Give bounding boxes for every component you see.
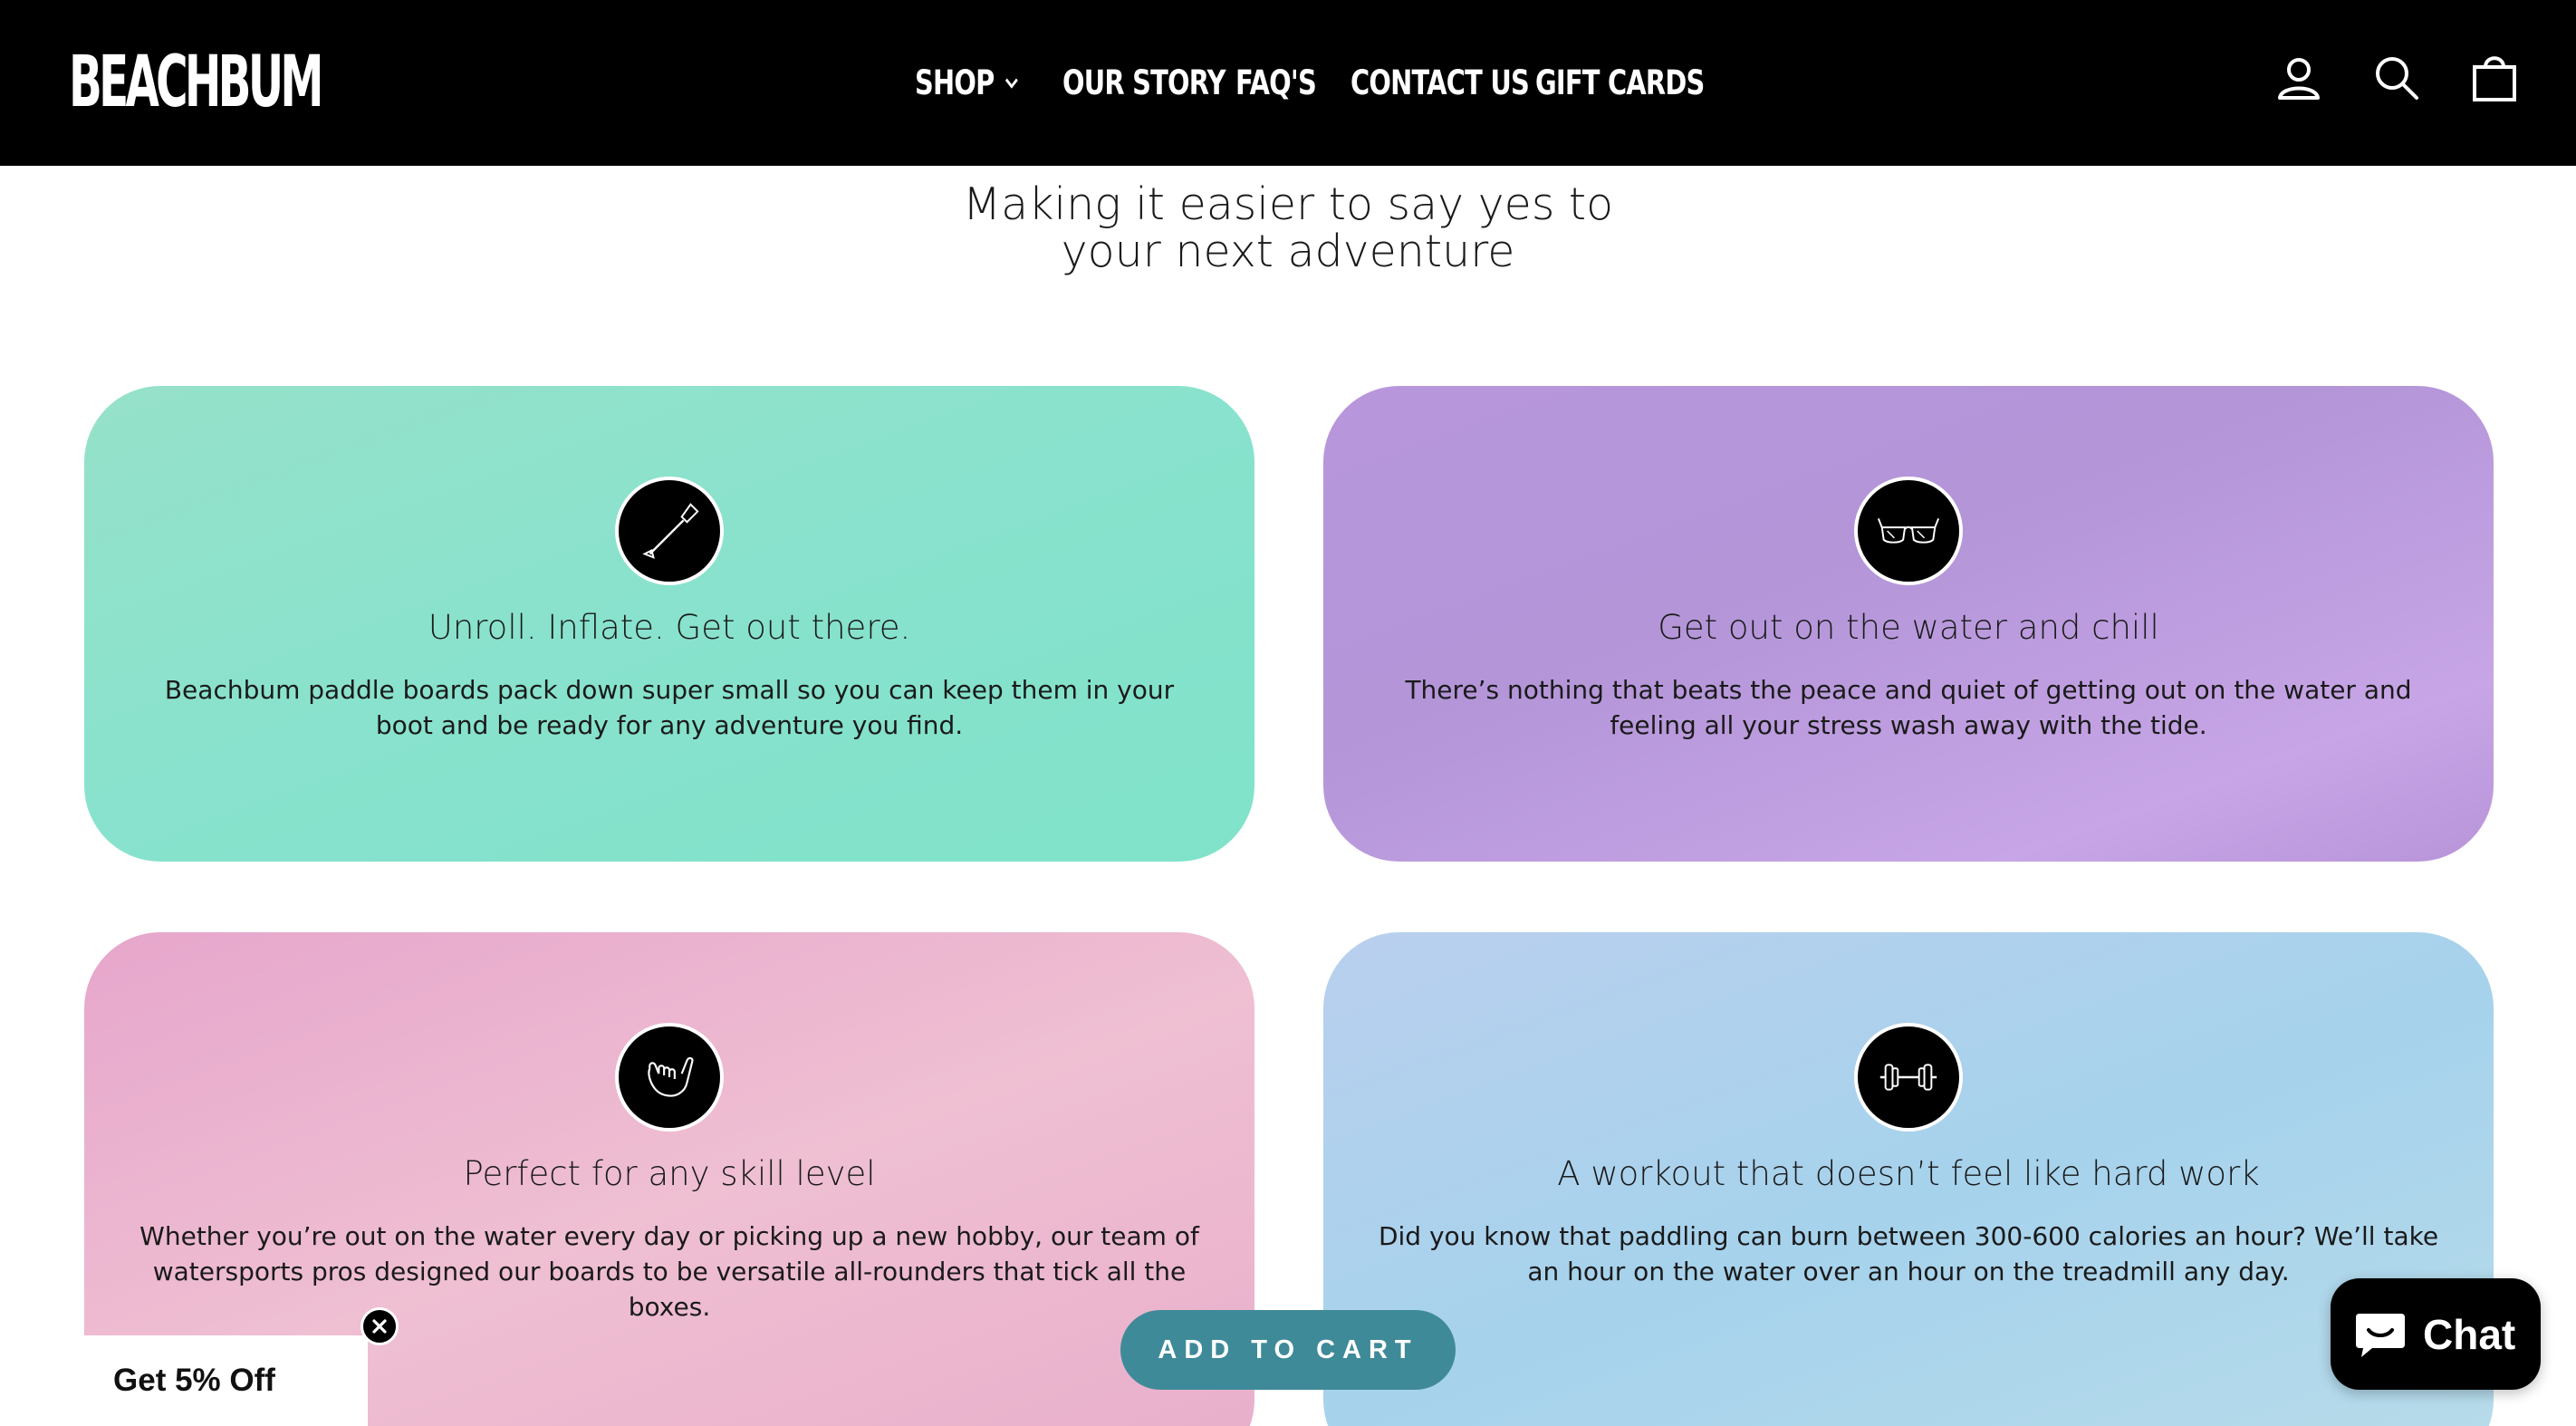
sunglasses-icon: [1854, 477, 1963, 585]
feature-text: Whether you’re out on the water every da…: [139, 1221, 1199, 1322]
nav-faqs[interactable]: FAQ'S: [1235, 63, 1317, 102]
cart-icon[interactable]: [2469, 53, 2520, 103]
nav-our-story[interactable]: OUR STORY: [1062, 63, 1226, 102]
chevron-down-icon: [1005, 78, 1018, 89]
feature-title: Perfect for any skill level: [463, 1154, 876, 1193]
search-icon[interactable]: [2371, 53, 2422, 103]
account-icon[interactable]: [2273, 53, 2324, 103]
discount-tab-label: Get 5% Off: [113, 1363, 275, 1398]
discount-tab[interactable]: Get 5% Off: [84, 1335, 368, 1426]
feature-card-portable: Unroll. Inflate. Get out there. Beachbum…: [84, 386, 1254, 862]
nav-gift-cards[interactable]: GIFT CARDS: [1535, 63, 1705, 102]
add-to-cart-button[interactable]: ADD TO CART: [1120, 1310, 1456, 1390]
headline-line-1: Making it easier to say yes to: [962, 178, 1614, 230]
dumbbell-icon: [1854, 1023, 1963, 1132]
site-header: BEACHBUM SHOP OUR STORY FAQ'S CONTACT US…: [0, 0, 2576, 166]
feature-text: Did you know that paddling can burn betw…: [1378, 1221, 2439, 1286]
nav-contact-us[interactable]: CONTACT US: [1350, 63, 1530, 102]
nav-our-story-label: OUR STORY: [1062, 63, 1226, 102]
feature-title: Unroll. Inflate. Get out there.: [428, 608, 911, 647]
headline-line-2: your next adventure: [1061, 226, 1515, 277]
chat-bubble-icon: [2356, 1313, 2405, 1357]
nav-contact-us-label: CONTACT US: [1350, 63, 1530, 102]
nav-faqs-label: FAQ'S: [1235, 63, 1317, 102]
chat-label: Chat: [2423, 1310, 2516, 1358]
paddle-icon: [615, 477, 724, 585]
shaka-hand-icon: [615, 1023, 724, 1132]
feature-card-chill: Get out on the water and chill There’s n…: [1323, 386, 2494, 862]
feature-text: Beachbum paddle boards pack down super s…: [164, 675, 1175, 740]
logo[interactable]: BEACHBUM: [69, 42, 323, 123]
nav-shop-label: SHOP: [915, 63, 995, 102]
close-icon[interactable]: [360, 1307, 399, 1345]
chat-button[interactable]: Chat: [2331, 1278, 2541, 1390]
header-actions: [2273, 53, 2520, 103]
nav-gift-cards-label: GIFT CARDS: [1535, 63, 1705, 102]
feature-text: There’s nothing that beats the peace and…: [1405, 675, 2412, 740]
feature-title: A workout that doesn’t feel like hard wo…: [1557, 1154, 2260, 1193]
feature-card-workout: A workout that doesn’t feel like hard wo…: [1323, 932, 2494, 1426]
feature-title: Get out on the water and chill: [1658, 608, 2159, 647]
section-headline: Making it easier to say yes to your next…: [0, 181, 2576, 275]
nav-shop[interactable]: SHOP: [915, 63, 1020, 102]
